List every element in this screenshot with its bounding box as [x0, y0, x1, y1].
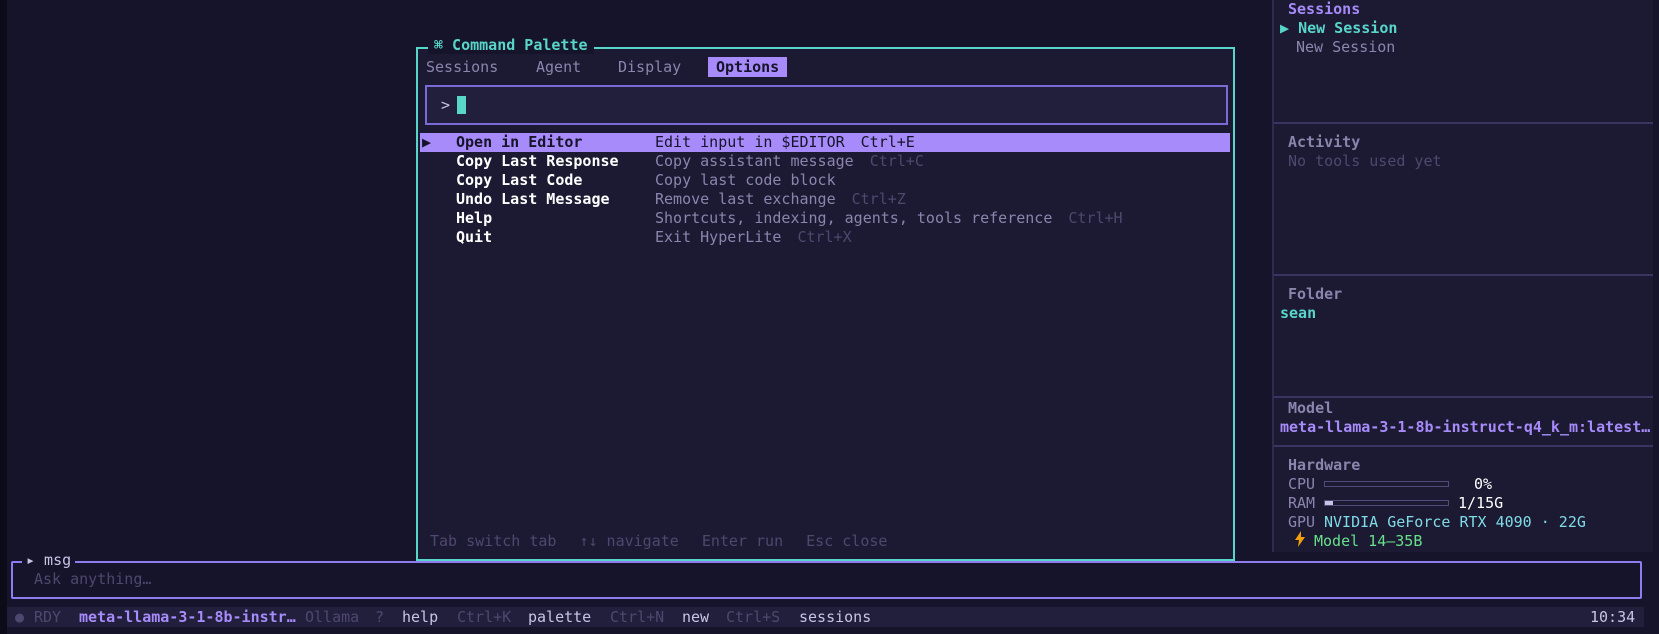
command-description: Remove last exchange: [655, 190, 836, 208]
gpu-label: GPU: [1288, 513, 1316, 531]
command-shortcut: Ctrl+Z: [851, 190, 906, 208]
command-item[interactable]: Help Shortcuts, indexing, agents, tools …: [420, 209, 1230, 228]
shortcut-new[interactable]: new: [682, 607, 709, 627]
command-name: Quit: [456, 228, 493, 246]
command-shortcut: Ctrl+X: [797, 228, 852, 246]
command-description: Copy last code block: [655, 171, 836, 189]
command-name: Open in Editor: [456, 133, 583, 151]
divider: [1274, 274, 1653, 276]
command-description: Shortcuts, indexing, agents, tools refer…: [655, 209, 1053, 227]
session-item-active[interactable]: ▶ New Session: [1280, 19, 1397, 37]
command-name: Copy Last Code: [456, 171, 583, 189]
status-clock: 10:34: [1590, 608, 1636, 626]
cpu-usage-bar: [1324, 481, 1449, 487]
tab-display[interactable]: Display: [610, 57, 689, 77]
message-placeholder: Ask anything…: [34, 570, 152, 588]
shortcut-palette[interactable]: palette: [528, 607, 591, 627]
ram-usage-fill: [1325, 501, 1334, 505]
info-sidebar: Sessions ▶ New Session New Session Activ…: [1272, 0, 1653, 552]
cpu-value: 0%: [1474, 475, 1493, 493]
shortcut-key-help: ?: [375, 608, 385, 626]
command-item[interactable]: Undo Last Message Remove last exchange Ct…: [420, 190, 1230, 209]
command-name: Help: [456, 209, 493, 227]
tab-sessions[interactable]: Sessions: [418, 57, 506, 77]
ram-value: 1/15G: [1458, 494, 1504, 512]
session-label: New Session: [1298, 19, 1398, 37]
command-description: Copy assistant message: [655, 152, 854, 170]
model-heading: Model: [1288, 399, 1334, 417]
model-range-value: Model 14–35B: [1314, 532, 1423, 550]
shortcut-key-sessions: Ctrl+S: [726, 608, 781, 626]
session-item[interactable]: New Session: [1296, 38, 1395, 56]
cpu-label: CPU: [1288, 475, 1316, 493]
command-item[interactable]: Copy Last Code Copy last code block: [420, 171, 1230, 190]
ram-usage-bar: [1324, 500, 1449, 506]
tab-agent[interactable]: Agent: [528, 57, 589, 77]
command-shortcut: Ctrl+C: [869, 152, 924, 170]
command-description: Exit HyperLite: [655, 228, 782, 246]
activity-text: No tools used yet: [1288, 152, 1442, 170]
palette-title: ⌘ Command Palette: [428, 36, 594, 54]
shortcut-sessions[interactable]: sessions: [799, 607, 871, 627]
status-dot-icon: ●: [15, 608, 25, 626]
active-marker-icon: ▶: [1280, 19, 1290, 37]
ram-label: RAM: [1288, 494, 1316, 512]
text-cursor: [457, 96, 466, 114]
command-shortcut: Ctrl+H: [1068, 209, 1123, 227]
model-value: meta-llama-3-1-8b-instruct-q4_k_m:latest…: [1280, 418, 1651, 436]
hint-esc: Esc close: [806, 532, 888, 550]
palette-hints: Tab switch tab ↑↓ navigate Enter run Esc…: [430, 532, 901, 550]
hint-navigate: ↑↓ navigate: [579, 532, 679, 550]
divider: [1274, 445, 1653, 447]
command-item[interactable]: Copy Last Response Copy assistant messag…: [420, 152, 1230, 171]
command-item[interactable]: Quit Exit HyperLite Ctrl+X: [420, 228, 1230, 247]
left-gutter: [0, 0, 7, 634]
command-item[interactable]: ▶ Open in Editor Edit input in $EDITOR Ct…: [420, 133, 1230, 152]
palette-search-input[interactable]: >: [425, 85, 1228, 125]
prompt-icon: >: [441, 96, 451, 114]
palette-tabs: Sessions Agent Display Options: [418, 56, 1233, 77]
folder-heading: Folder: [1288, 285, 1343, 303]
hint-tab: Tab switch tab: [430, 532, 557, 550]
divider: [1274, 396, 1653, 398]
shortcut-help[interactable]: help: [402, 607, 438, 627]
tab-options[interactable]: Options: [708, 57, 788, 77]
gpu-value: NVIDIA GeForce RTX 4090 · 22G: [1324, 513, 1586, 531]
divider: [1274, 122, 1653, 124]
command-description: Edit input in $EDITOR: [655, 133, 845, 151]
command-shortcut: Ctrl+E: [860, 133, 915, 151]
hint-enter: Enter run: [701, 532, 784, 550]
status-model: meta-llama-3-1-8b-instr…: [79, 608, 296, 626]
message-input[interactable]: [11, 561, 1642, 599]
command-name: Copy Last Response: [456, 152, 619, 170]
shortcut-key-palette: Ctrl+K: [457, 608, 512, 626]
lightning-icon: [1294, 531, 1306, 551]
selected-marker-icon: ▶: [422, 133, 432, 151]
folder-value: sean: [1280, 304, 1317, 322]
activity-heading: Activity: [1288, 133, 1361, 151]
sessions-heading: Sessions: [1288, 0, 1361, 18]
message-input-label: ▸ msg: [22, 551, 76, 569]
command-name: Undo Last Message: [456, 190, 610, 208]
hardware-heading: Hardware: [1288, 456, 1361, 474]
status-provider: Ollama: [305, 608, 360, 626]
status-bar: ● RDY meta-llama-3-1-8b-instr… Ollama ? …: [7, 607, 1644, 627]
status-state: RDY: [34, 608, 62, 626]
shortcut-key-new: Ctrl+N: [610, 608, 665, 626]
